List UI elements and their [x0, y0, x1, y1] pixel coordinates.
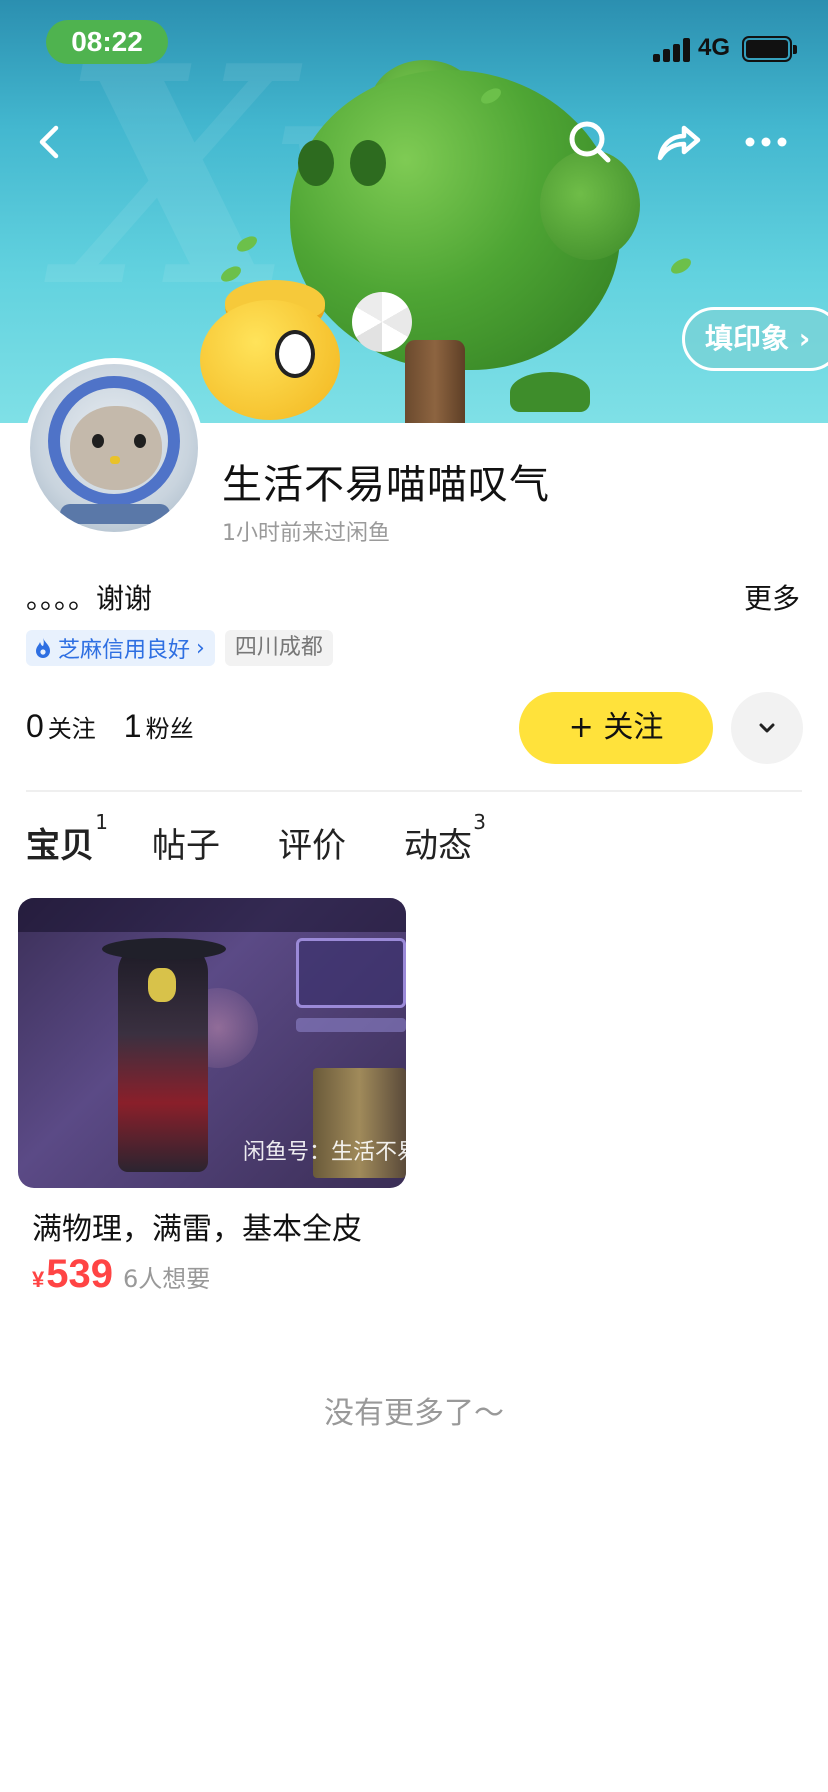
back-button[interactable] — [20, 112, 80, 172]
tab-label: 宝贝 — [26, 826, 94, 866]
status-bar: 08:22 4G — [0, 0, 828, 90]
chevron-right-icon: › — [196, 635, 205, 661]
follow-button[interactable]: + 关注 — [519, 692, 713, 764]
bio-text: 。。。。谢谢 — [26, 582, 153, 615]
profile-tags: 芝麻信用良好 › 四川成都 — [26, 630, 333, 666]
item-price: 539 — [46, 1252, 113, 1296]
chevron-left-icon — [39, 125, 59, 159]
location-tag: 四川成都 — [224, 630, 333, 666]
username: 生活不易喵喵叹气 — [222, 462, 550, 508]
followers-count: 1 — [123, 708, 142, 744]
search-icon — [569, 121, 611, 163]
search-button[interactable] — [560, 112, 620, 172]
more-link[interactable]: 更多 — [744, 577, 800, 617]
item-price-row: ¥ 539 6人想要 — [32, 1252, 210, 1297]
end-of-list-text: 没有更多了～ — [324, 1396, 504, 1431]
tab-label: 动态 — [404, 826, 472, 866]
item-title[interactable]: 满物理，满雷，基本全皮 — [32, 1204, 362, 1248]
expand-button[interactable] — [731, 692, 803, 764]
share-icon — [657, 125, 701, 161]
divider — [26, 790, 802, 792]
price-currency: ¥ — [32, 1267, 45, 1292]
network-label: 4G — [698, 34, 731, 61]
more-options-button[interactable] — [736, 112, 796, 172]
followers-stat[interactable]: 1 粉丝 — [124, 708, 194, 745]
tab-badge: 3 — [473, 810, 486, 834]
status-time: 08:22 — [46, 20, 168, 64]
imprint-button[interactable]: 填印象 › — [682, 307, 828, 371]
tab-items[interactable]: 宝贝 1 — [24, 810, 108, 867]
tab-label: 帖子 — [152, 826, 220, 866]
followers-label: 粉丝 — [145, 715, 194, 743]
item-image[interactable]: 闲鱼号：生活不易 — [18, 898, 406, 1188]
following-label: 关注 — [47, 715, 96, 743]
chevron-down-icon — [759, 723, 775, 733]
credit-tag[interactable]: 芝麻信用良好 › — [26, 630, 215, 666]
profile-tabs: 宝贝 1 帖子 评价 动态 3 — [24, 810, 530, 867]
chick-illustration — [200, 300, 340, 420]
image-watermark: 闲鱼号：生活不易 — [243, 1140, 406, 1165]
battery-icon — [742, 36, 797, 62]
imprint-label: 填印象 — [705, 322, 790, 355]
credit-label: 芝麻信用良好 — [58, 638, 191, 663]
follow-counts: 0 关注 1 粉丝 — [26, 708, 194, 745]
wants-count: 6人想要 — [123, 1265, 211, 1293]
more-horizontal-icon — [745, 137, 787, 147]
tab-posts[interactable]: 帖子 — [152, 818, 220, 867]
tab-activity[interactable]: 动态 3 — [404, 810, 486, 867]
tab-label: 评价 — [278, 826, 346, 866]
flame-icon — [36, 638, 50, 658]
tab-reviews[interactable]: 评价 — [278, 818, 346, 867]
following-count: 0 — [26, 708, 44, 744]
chevron-right-icon: › — [798, 322, 811, 355]
tab-badge: 1 — [95, 810, 108, 834]
share-button[interactable] — [648, 112, 708, 172]
signal-icon — [653, 38, 693, 62]
avatar[interactable] — [24, 358, 204, 538]
last-seen-text: 1小时前来过闲鱼 — [222, 521, 390, 546]
following-stat[interactable]: 0 关注 — [26, 708, 96, 745]
